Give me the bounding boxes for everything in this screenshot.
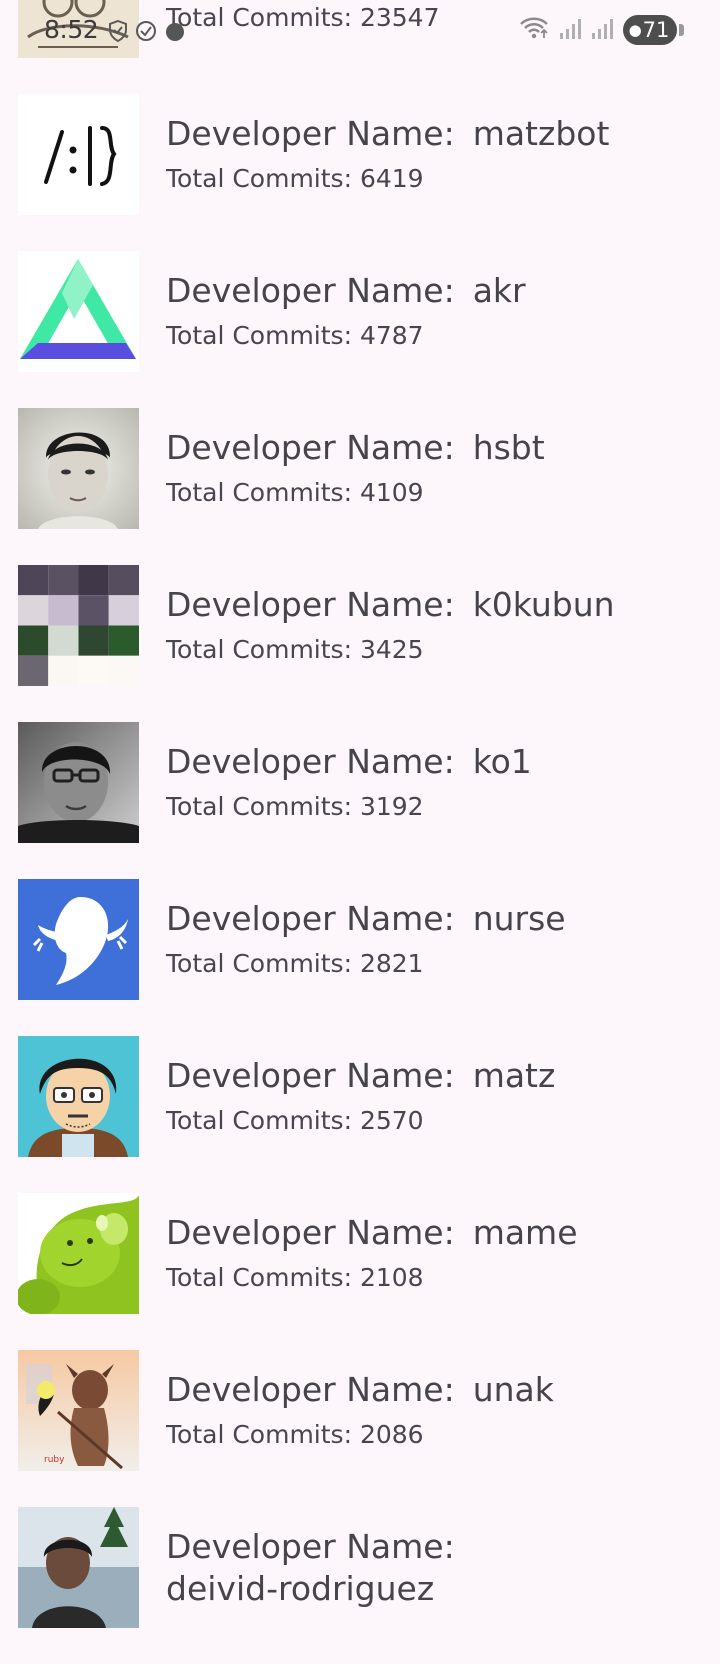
commits-label: Total Commits: (166, 1420, 352, 1449)
developer-name-label: Developer Name: (166, 114, 455, 153)
developer-name-label: Developer Name: (166, 1370, 455, 1409)
developer-name-label: Developer Name: (166, 585, 455, 624)
commits-line: Total Commits: 3425 (166, 635, 424, 664)
developer-name: hsbt (472, 428, 545, 467)
developer-name-line: Developer Name: akr (166, 271, 526, 310)
commits-line: Total Commits: 3192 (166, 792, 424, 821)
developer-avatar (18, 408, 139, 529)
developer-name-label: Developer Name: (166, 428, 455, 467)
commits-line: Total Commits: 2821 (166, 949, 424, 978)
developer-name-line: Developer Name: (166, 1527, 455, 1566)
commits-line: Total Commits: 2108 (166, 1263, 424, 1292)
commits-label: Total Commits: (166, 164, 352, 193)
commits-value: 2108 (359, 1263, 424, 1292)
developer-avatar (18, 251, 139, 372)
developer-name: akr (472, 271, 526, 310)
list-item[interactable]: Developer Name: matz Total Commits: 2570 (0, 1036, 720, 1193)
commits-value: 23547 (359, 3, 440, 32)
developer-name: deivid-rodriguez (166, 1569, 435, 1608)
developer-avatar (18, 722, 139, 843)
commits-value: 2821 (359, 949, 424, 978)
list-item[interactable]: Developer Name: ko1 Total Commits: 3192 (0, 722, 720, 879)
developer-name-line: Developer Name: matzbot (166, 114, 609, 153)
developer-avatar: ruby (18, 1350, 139, 1471)
developer-avatar (18, 1507, 139, 1628)
commits-line: Total Commits: 2086 (166, 1420, 424, 1449)
commits-label: Total Commits: (166, 635, 352, 664)
svg-text:ruby: ruby (44, 1455, 65, 1465)
list-item[interactable]: Developer Name: deivid-rodriguez (0, 1507, 720, 1664)
list-item[interactable]: Developer Name: mame Total Commits: 2108 (0, 1193, 720, 1350)
commits-label: Total Commits: (166, 949, 352, 978)
developer-name-line: Developer Name: hsbt (166, 428, 545, 467)
developer-name-label: Developer Name: (166, 1213, 455, 1252)
developer-name: k0kubun (472, 585, 615, 624)
developer-avatar (18, 1193, 139, 1314)
developer-name: matz (472, 1056, 556, 1095)
developer-name: ko1 (472, 742, 532, 781)
developer-name-line: Developer Name: unak (166, 1370, 554, 1409)
list-item[interactable]: Developer Name: matzbot Total Commits: 64… (0, 94, 720, 251)
commits-value: 3192 (359, 792, 424, 821)
developer-avatar (18, 879, 139, 1000)
developer-name-line: Developer Name: matz (166, 1056, 555, 1095)
developer-avatar (18, 94, 139, 215)
developer-name-line: Developer Name: nurse (166, 899, 566, 938)
commits-label: Total Commits: (166, 478, 352, 507)
developer-avatar (18, 565, 139, 686)
developer-name-line: Developer Name: ko1 (166, 742, 532, 781)
developer-name-label: Developer Name: (166, 271, 455, 310)
commits-value: 3425 (359, 635, 424, 664)
list-item[interactable]: Developer Name: hsbt Total Commits: 4109 (0, 408, 720, 565)
commits-value: 2570 (359, 1106, 424, 1135)
commits-line: Total Commits: 6419 (166, 164, 424, 193)
developer-name: unak (472, 1370, 554, 1409)
commits-label: Total Commits: (166, 1106, 352, 1135)
commits-line: Total Commits: 23547 (166, 3, 439, 32)
commits-value: 2086 (359, 1420, 424, 1449)
list-item[interactable]: Developer Name: nurse Total Commits: 2821 (0, 879, 720, 1036)
developer-name: matzbot (472, 114, 610, 153)
list-item[interactable]: Developer Name: akr Total Commits: 4787 (0, 251, 720, 408)
commits-value: 4109 (359, 478, 424, 507)
commits-value: 6419 (359, 164, 424, 193)
commits-line: Total Commits: 4787 (166, 321, 424, 350)
developer-name-line: Developer Name: k0kubun (166, 585, 615, 624)
commits-label: Total Commits: (166, 1263, 352, 1292)
developer-name-label: Developer Name: (166, 1056, 455, 1095)
list-item[interactable]: Total Commits: 23547 (0, 0, 720, 94)
developer-name: mame (472, 1213, 578, 1252)
commits-label: Total Commits: (166, 3, 352, 32)
commits-line: Total Commits: 4109 (166, 478, 424, 507)
developer-avatar (18, 1036, 139, 1157)
list-item[interactable]: Developer Name: k0kubun Total Commits: 34… (0, 565, 720, 722)
developer-name-label: Developer Name: (166, 742, 455, 781)
commits-label: Total Commits: (166, 321, 352, 350)
commits-label: Total Commits: (166, 792, 352, 821)
developer-name-label: Developer Name: (166, 899, 455, 938)
developer-name-line: Developer Name: mame (166, 1213, 578, 1252)
commits-value: 4787 (359, 321, 424, 350)
list-item[interactable]: ruby Developer Name: unak Total Commits: … (0, 1350, 720, 1507)
commits-line: Total Commits: 2570 (166, 1106, 424, 1135)
developer-avatar (18, 0, 139, 58)
developer-name: nurse (472, 899, 566, 938)
developer-name-label: Developer Name: (166, 1527, 455, 1566)
